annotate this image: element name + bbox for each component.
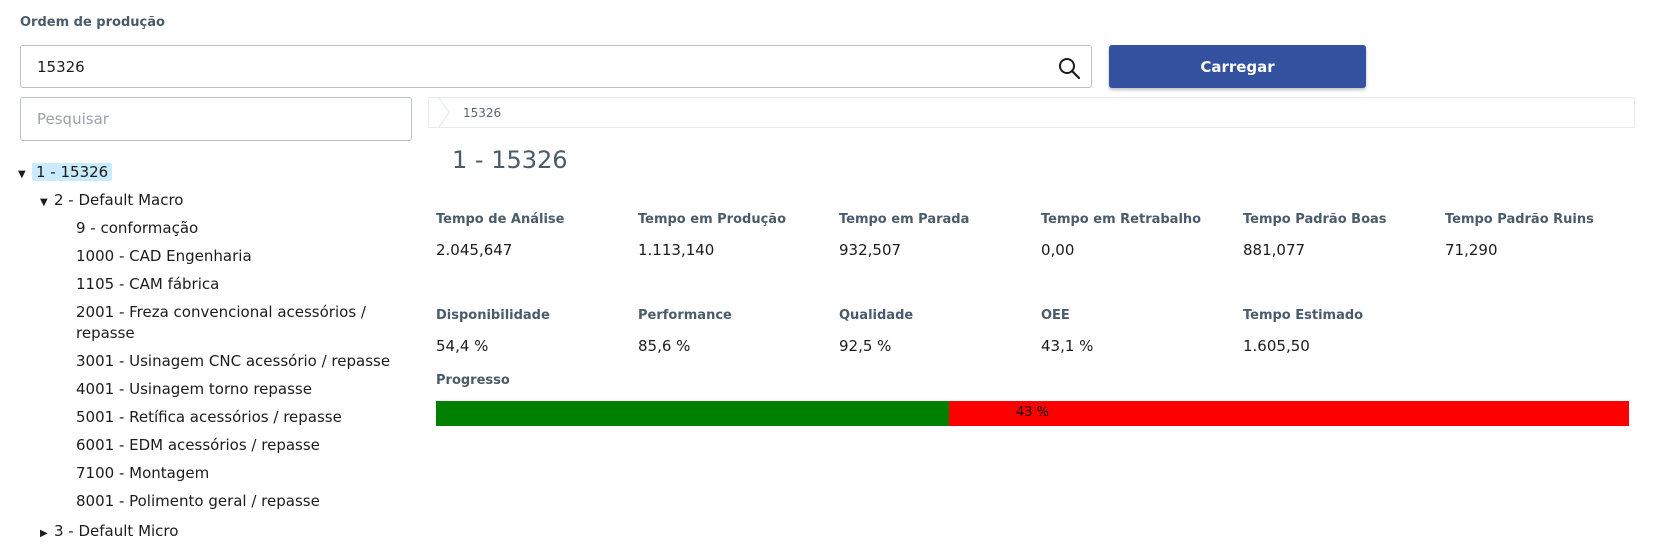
metric-tempo-parada: Tempo em Parada 932,507: [839, 212, 1029, 259]
metric-disponibilidade: Disponibilidade 54,4 %: [436, 308, 626, 355]
load-button[interactable]: Carregar: [1109, 45, 1366, 88]
search-icon[interactable]: [1057, 56, 1081, 80]
tree-leaf[interactable]: 3001 - Usinagem CNC acessório / repasse: [76, 351, 390, 372]
tree-leaf[interactable]: 5001 - Retífica acessórios / repasse: [76, 407, 342, 428]
tree-node-macro[interactable]: ▼ 2 - Default Macro: [40, 190, 183, 213]
tree-node-root[interactable]: ▼ 1 - 15326: [18, 162, 113, 185]
metric-tempo-retrabalho: Tempo em Retrabalho 0,00: [1041, 212, 1231, 259]
metric-label: Tempo em Parada: [839, 212, 970, 227]
expanded-arrow-icon[interactable]: ▼: [40, 192, 54, 213]
expanded-arrow-icon[interactable]: ▼: [18, 164, 32, 185]
tree-leaf[interactable]: 6001 - EDM acessórios / repasse: [76, 435, 320, 456]
page-title: 1 - 15326: [452, 146, 568, 174]
metric-value: 0,00: [1041, 241, 1075, 259]
metric-label: Tempo Estimado: [1243, 308, 1364, 323]
tree-node-label[interactable]: 2 - Default Macro: [54, 191, 183, 209]
metric-tempo-producao: Tempo em Produção 1.113,140: [638, 212, 828, 259]
tree-leaf[interactable]: 8001 - Polimento geral / repasse: [76, 491, 320, 512]
metric-label: Tempo Padrão Boas: [1243, 212, 1387, 227]
metric-tempo-padrao-boas: Tempo Padrão Boas 881,077: [1243, 212, 1433, 259]
metric-label: OEE: [1041, 308, 1070, 323]
metric-value: 1.605,50: [1243, 337, 1310, 355]
metric-value: 43,1 %: [1041, 337, 1094, 355]
collapsed-arrow-icon[interactable]: ▶: [40, 523, 54, 544]
metric-value: 1.113,140: [638, 241, 715, 259]
metric-tempo-padrao-ruins: Tempo Padrão Ruins 71,290: [1445, 212, 1635, 259]
metric-value: 92,5 %: [839, 337, 892, 355]
metric-oee: OEE 43,1 %: [1041, 308, 1231, 355]
order-input-value[interactable]: 15326: [37, 58, 85, 76]
metric-label: Performance: [638, 308, 732, 323]
tree-leaf[interactable]: 2001 - Freza convencional acessórios /: [76, 302, 366, 323]
metric-value: 2.045,647: [436, 241, 513, 259]
metric-label: Tempo Padrão Ruins: [1445, 212, 1594, 227]
metric-tempo-analise: Tempo de Análise 2.045,647: [436, 212, 626, 259]
metric-label: Tempo de Análise: [436, 212, 565, 227]
tree-leaf[interactable]: 1105 - CAM fábrica: [76, 274, 219, 295]
order-label: Ordem de produção: [20, 15, 165, 30]
tree-leaf[interactable]: 9 - conformação: [76, 218, 198, 239]
breadcrumb-separator-icon: [438, 98, 450, 127]
tree-leaf[interactable]: 4001 - Usinagem torno repasse: [76, 379, 312, 400]
breadcrumb-item[interactable]: 15326: [463, 106, 501, 120]
tree-node-label[interactable]: 3 - Default Micro: [54, 522, 178, 540]
tree-search-input[interactable]: Pesquisar: [20, 97, 412, 141]
metric-label: Tempo em Retrabalho: [1041, 212, 1202, 227]
metric-qualidade: Qualidade 92,5 %: [839, 308, 1029, 355]
progress-text: 43 %: [1015, 405, 1050, 420]
metric-performance: Performance 85,6 %: [638, 308, 828, 355]
tree-search-placeholder: Pesquisar: [37, 110, 109, 128]
metric-label: Qualidade: [839, 308, 914, 323]
progress-label: Progresso: [436, 373, 510, 388]
metric-label: Disponibilidade: [436, 308, 550, 323]
tree-node-micro[interactable]: ▶ 3 - Default Micro: [40, 521, 178, 544]
metric-value: 85,6 %: [638, 337, 691, 355]
tree-leaf[interactable]: 1000 - CAD Engenharia: [76, 246, 252, 267]
metric-value: 54,4 %: [436, 337, 489, 355]
metric-value: 71,290: [1445, 241, 1498, 259]
order-input[interactable]: 15326: [20, 45, 1092, 88]
tree-leaf[interactable]: 7100 - Montagem: [76, 463, 209, 484]
progress-bar: 43 %: [436, 401, 1629, 426]
breadcrumb: 15326: [428, 97, 1635, 128]
metric-value: 881,077: [1243, 241, 1306, 259]
tree-leaf-continuation[interactable]: repasse: [76, 323, 135, 344]
metric-value: 932,507: [839, 241, 902, 259]
metric-tempo-estimado: Tempo Estimado 1.605,50: [1243, 308, 1433, 355]
tree-node-label[interactable]: 1 - 15326: [32, 163, 113, 181]
metric-label: Tempo em Produção: [638, 212, 786, 227]
